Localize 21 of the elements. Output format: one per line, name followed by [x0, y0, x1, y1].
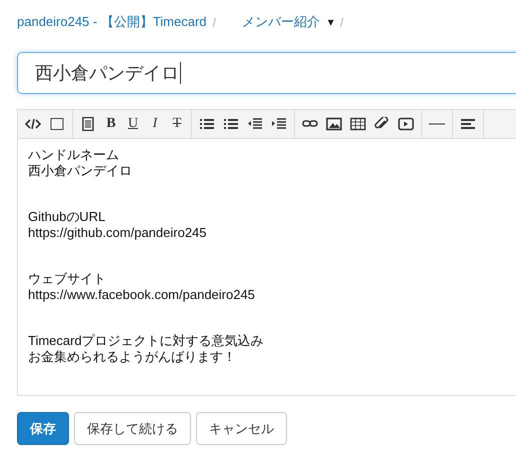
title-field[interactable]: 西小倉パンデイロ	[17, 52, 516, 94]
editor-text-line: ウェブサイト	[28, 271, 107, 287]
format-button[interactable]: U	[123, 112, 143, 136]
editor-text-line: https://github.com/pandeiro245	[28, 225, 208, 241]
breadcrumb-dropdown[interactable]: メンバー紹介 ▾	[242, 13, 334, 31]
editor-text-line: Timecardプロジェクトに対する意気込み	[28, 333, 265, 349]
editor-text-line: 西小倉パンデイロ	[28, 163, 133, 179]
editor-text-line: https://www.facebook.com/pandeiro245	[28, 287, 256, 303]
editor-text-line: お金集められるようがんばります！	[28, 349, 237, 365]
breadcrumb-link[interactable]: pandeiro245 - 【公開】Timecard	[17, 13, 207, 31]
breadcrumb-separator: /	[212, 14, 216, 30]
breadcrumb-separator: /	[340, 14, 344, 30]
action-button[interactable]: 保存して続ける	[74, 412, 191, 445]
format-button[interactable]: B	[101, 112, 121, 136]
save-button[interactable]: 保存	[17, 412, 69, 445]
format-button[interactable]: T	[167, 112, 187, 136]
editor-text-line: GithubのURL	[28, 209, 106, 225]
action-button[interactable]: キャンセル	[196, 412, 287, 445]
editor-text-line: ハンドルネーム	[28, 147, 120, 163]
format-button[interactable]: I	[145, 112, 165, 136]
editor-area[interactable]: ハンドルネーム 西小倉パンデイロ GithubのURL https://github.com/pandeiro245 ウェブサイト https://www.facebook.com/pandeiro245 Timecardプロジェクトに対する意気込み お金集められるようがんばります！	[18, 139, 516, 395]
